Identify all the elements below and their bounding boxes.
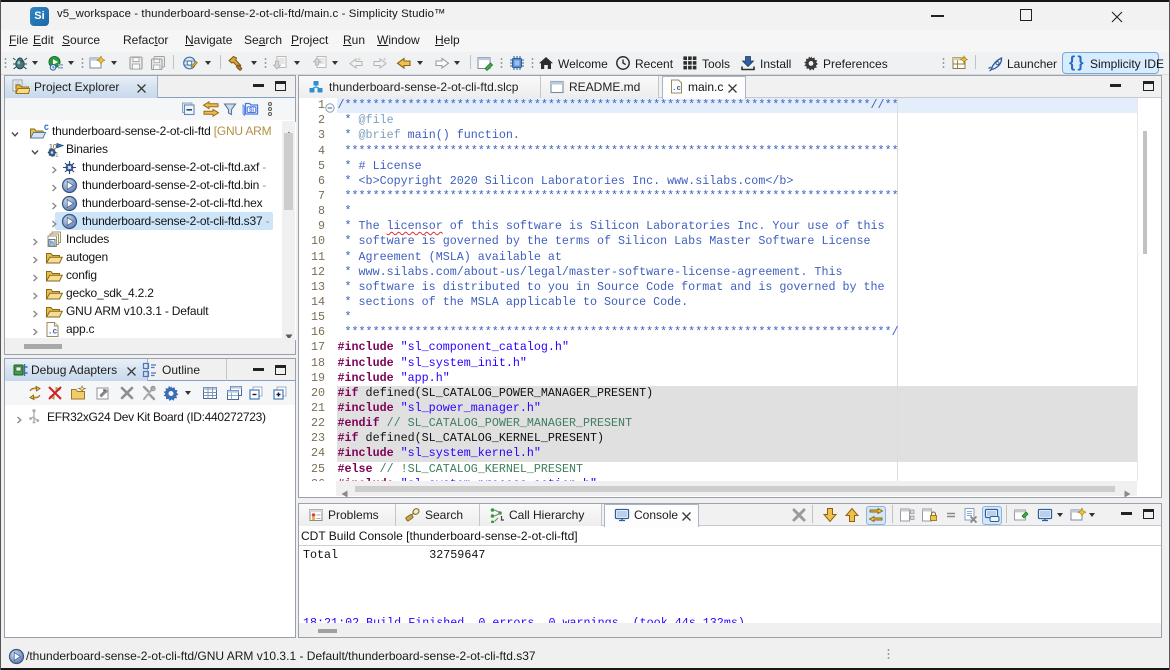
svg-text:Si: Si <box>249 107 254 113</box>
svg-text:h: h <box>50 240 54 247</box>
svg-text:.c: .c <box>672 85 682 93</box>
svg-text:C: C <box>44 124 49 133</box>
svg-text:.c: .c <box>48 328 58 337</box>
